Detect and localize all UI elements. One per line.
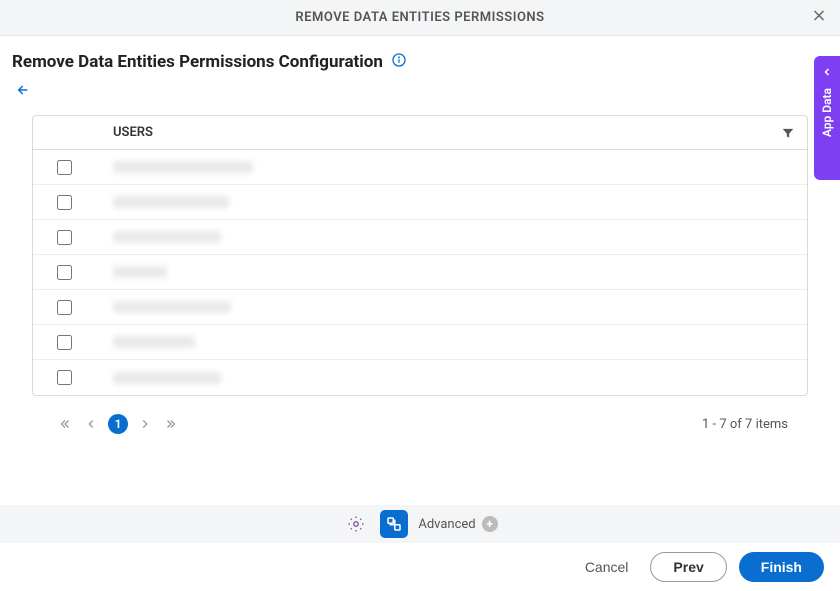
bottom-actions: Cancel Prev Finish xyxy=(0,543,840,591)
page-title-row: Remove Data Entities Permissions Configu… xyxy=(12,52,828,72)
page-title: Remove Data Entities Permissions Configu… xyxy=(12,52,383,72)
info-icon[interactable] xyxy=(391,52,407,72)
modal-header: REMOVE DATA ENTITIES PERMISSIONS xyxy=(0,0,840,36)
row-checkbox-cell xyxy=(33,265,95,280)
pagination: 1 1 - 7 of 7 items xyxy=(32,404,808,444)
chevron-left-icon xyxy=(821,66,833,78)
back-arrow-icon[interactable] xyxy=(12,82,32,103)
user-name-redacted xyxy=(113,196,229,208)
user-name-redacted xyxy=(113,336,195,348)
user-name-redacted xyxy=(113,301,231,313)
table-header-users-label: USERS xyxy=(95,125,153,140)
table-row xyxy=(33,360,807,395)
table-header: USERS xyxy=(33,116,807,150)
plus-circle-icon: + xyxy=(482,516,498,532)
close-icon[interactable] xyxy=(810,6,828,29)
row-checkbox-cell xyxy=(33,335,95,350)
table-row xyxy=(33,150,807,185)
row-checkbox[interactable] xyxy=(57,230,72,245)
table-row xyxy=(33,255,807,290)
page-count-text: 1 - 7 of 7 items xyxy=(702,417,788,432)
row-checkbox[interactable] xyxy=(57,160,72,175)
advanced-label-text: Advanced xyxy=(418,517,475,532)
bottom-toolbar: Advanced + xyxy=(0,505,840,543)
row-checkbox[interactable] xyxy=(57,300,72,315)
advanced-button[interactable]: Advanced + xyxy=(418,516,497,532)
user-name-redacted xyxy=(113,372,221,384)
page-number-current[interactable]: 1 xyxy=(108,414,128,434)
page-next-icon[interactable] xyxy=(132,417,158,431)
page-first-icon[interactable] xyxy=(52,417,78,431)
schema-mode-icon[interactable] xyxy=(380,510,408,538)
modal-title: REMOVE DATA ENTITIES PERMISSIONS xyxy=(295,10,544,25)
table-row xyxy=(33,185,807,220)
modal-body: Remove Data Entities Permissions Configu… xyxy=(0,36,840,444)
finish-button[interactable]: Finish xyxy=(739,552,824,582)
user-name-redacted xyxy=(113,161,253,173)
row-checkbox-cell xyxy=(33,230,95,245)
row-checkbox-cell xyxy=(33,195,95,210)
row-checkbox-cell xyxy=(33,300,95,315)
prev-button[interactable]: Prev xyxy=(650,552,726,582)
row-checkbox[interactable] xyxy=(57,335,72,350)
user-name-redacted xyxy=(113,266,167,278)
settings-gear-icon[interactable] xyxy=(342,510,370,538)
table-row xyxy=(33,325,807,360)
page-prev-icon[interactable] xyxy=(78,417,104,431)
user-name-redacted xyxy=(113,231,221,243)
row-checkbox-cell xyxy=(33,370,95,385)
row-checkbox[interactable] xyxy=(57,265,72,280)
table-row xyxy=(33,290,807,325)
row-checkbox-cell xyxy=(33,160,95,175)
table-row xyxy=(33,220,807,255)
users-table: USERS xyxy=(32,115,808,396)
cancel-button[interactable]: Cancel xyxy=(575,553,639,581)
side-tab-label: App Data xyxy=(820,88,834,137)
row-checkbox[interactable] xyxy=(57,370,72,385)
row-checkbox[interactable] xyxy=(57,195,72,210)
page-last-icon[interactable] xyxy=(158,417,184,431)
app-data-side-tab[interactable]: App Data xyxy=(814,56,840,180)
